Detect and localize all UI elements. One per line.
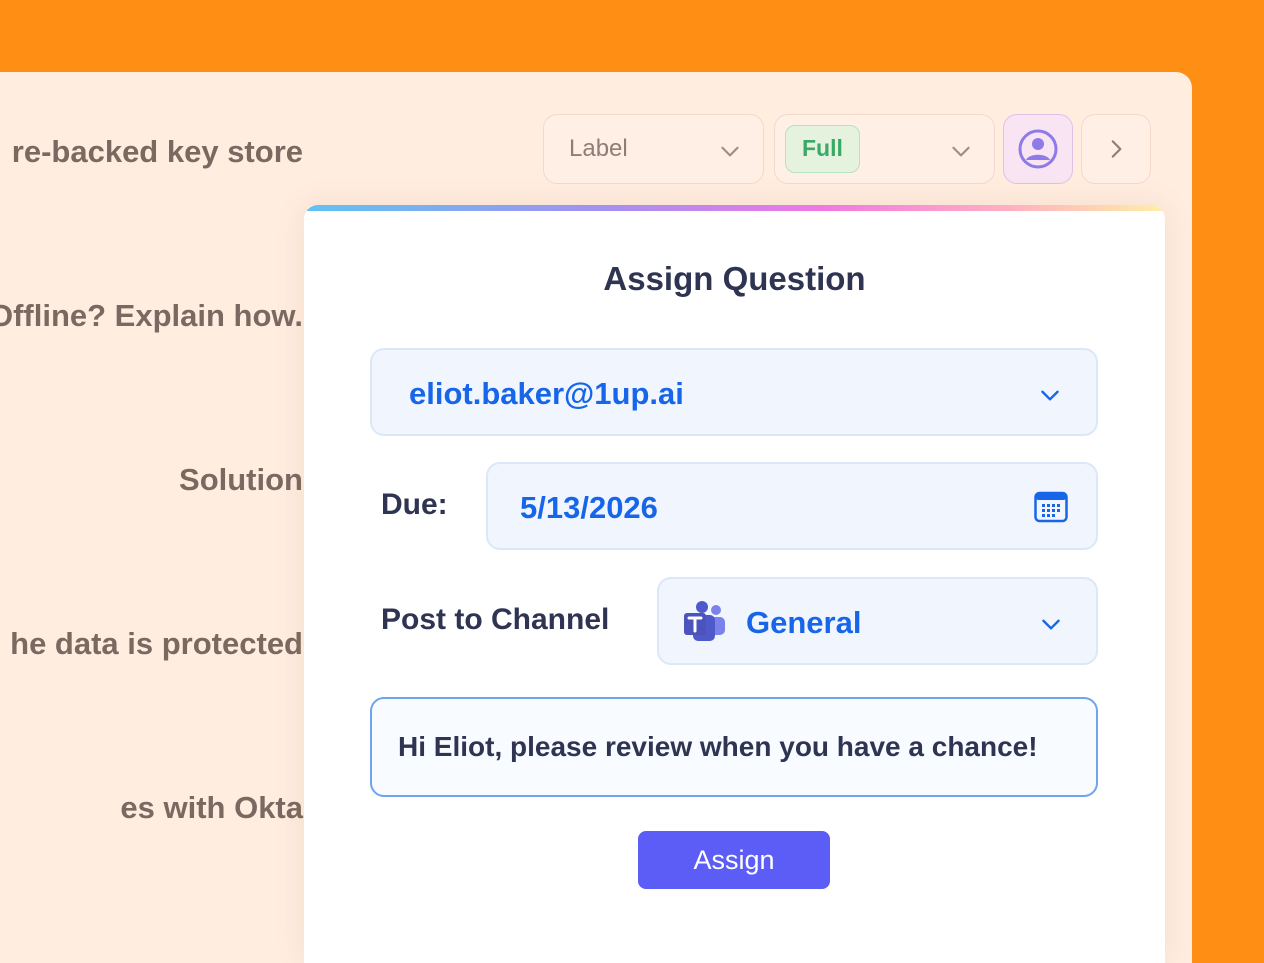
background-row-text: he data is protected <box>10 626 303 661</box>
user-circle-icon <box>1018 129 1058 169</box>
assign-question-modal: Assign Question eliot.baker@1up.ai Due: … <box>304 205 1165 963</box>
channel-value: General <box>746 605 862 640</box>
due-label: Due: <box>381 488 448 521</box>
chevron-right-icon <box>1111 140 1122 158</box>
message-text: Hi Eliot, please review when you have a … <box>398 731 1038 762</box>
microsoft-teams-icon <box>684 601 725 641</box>
next-button[interactable] <box>1081 114 1151 184</box>
message-input[interactable]: Hi Eliot, please review when you have a … <box>370 697 1098 797</box>
status-select[interactable]: Full <box>774 114 995 184</box>
calendar-icon[interactable] <box>1034 491 1068 523</box>
status-badge: Full <box>785 125 860 173</box>
due-date-input[interactable]: 5/13/2026 <box>486 462 1098 550</box>
due-date-value: 5/13/2026 <box>520 490 658 525</box>
assign-button[interactable]: Assign <box>638 831 830 889</box>
background-row-text: re-backed key store <box>11 134 303 169</box>
background-row-text: Solution <box>179 462 303 497</box>
background-row-text: Offline? Explain how. <box>0 298 303 333</box>
label-select[interactable]: Label <box>543 114 764 184</box>
modal-title: Assign Question <box>603 260 866 297</box>
assign-user-button[interactable] <box>1003 114 1073 184</box>
assignee-value: eliot.baker@1up.ai <box>409 376 684 411</box>
chevron-down-icon <box>952 146 970 157</box>
channel-select[interactable]: General <box>657 577 1098 665</box>
modal-gradient-bar <box>304 205 1165 211</box>
chevron-down-icon <box>1041 390 1059 401</box>
label-select-value: Label <box>569 135 628 162</box>
channel-label: Post to Channel <box>381 603 610 636</box>
assignee-select[interactable]: eliot.baker@1up.ai <box>370 348 1098 436</box>
chevron-down-icon <box>1042 619 1060 630</box>
background-row-text: es with Okta <box>120 790 303 825</box>
chevron-down-icon <box>721 146 739 157</box>
